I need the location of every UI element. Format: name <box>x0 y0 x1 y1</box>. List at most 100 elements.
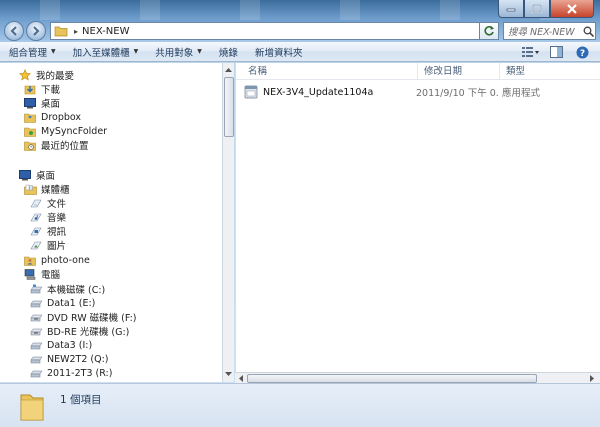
scroll-down-button[interactable] <box>223 368 234 380</box>
nav-item-documents[interactable]: 文件 <box>29 196 66 210</box>
nav-desktop-root[interactable]: 桌面 <box>18 168 55 182</box>
item-count: 1 個項目 <box>60 394 102 406</box>
scrollbar-thumb[interactable] <box>247 374 537 383</box>
column-header-type[interactable]: 類型 <box>500 63 600 80</box>
library-icon <box>23 183 37 195</box>
nav-item-downloads[interactable]: 下載 <box>23 82 60 96</box>
hard-drive-icon <box>29 367 43 379</box>
navigation-pane-scrollbar[interactable] <box>222 63 234 382</box>
chevron-down-icon <box>225 371 232 376</box>
application-icon <box>244 85 258 99</box>
hard-drive-icon <box>29 353 43 365</box>
file-row[interactable]: NEX-3V4_Update1104a 2011/9/10 下午 0... 應用… <box>244 84 558 100</box>
videos-icon <box>29 225 43 237</box>
svg-text:?: ? <box>579 49 584 59</box>
nav-item-label: 桌面 <box>41 99 61 110</box>
address-bar[interactable]: ▸ NEX-NEW <box>50 22 498 40</box>
help-button[interactable]: ? <box>572 44 592 60</box>
new-folder-button[interactable]: 新增資料夾 <box>246 42 311 62</box>
folder-icon <box>54 26 68 37</box>
nav-item-label: 本機磁碟 (C:) <box>47 285 106 296</box>
file-list-horizontal-scrollbar[interactable] <box>235 372 600 383</box>
scroll-left-button[interactable] <box>236 373 246 383</box>
nav-item-dropbox[interactable]: Dropbox <box>23 110 81 124</box>
chevron-down-icon: ▼ <box>133 48 139 55</box>
organize-menu[interactable]: 組合管理 ▼ <box>0 42 64 62</box>
desktop-icon <box>18 169 32 181</box>
minimize-button[interactable] <box>498 0 524 18</box>
forward-button[interactable] <box>26 21 46 41</box>
nav-drive-f[interactable]: DVD RW 磁碟機 (F:) <box>29 310 136 324</box>
nav-item-label: 下載 <box>41 85 61 96</box>
nav-item-label: Data3 (I:) <box>47 339 93 351</box>
change-view-button[interactable] <box>520 44 540 60</box>
scroll-up-button[interactable] <box>223 64 234 76</box>
nav-computer-label: 電腦 <box>41 270 61 281</box>
nav-item-mysyncfolder[interactable]: MySyncFolder <box>23 124 107 138</box>
search-icon[interactable] <box>581 26 595 37</box>
breadcrumb-separator[interactable]: ▸ <box>74 27 78 36</box>
nav-drive-c[interactable]: 本機磁碟 (C:) <box>29 282 105 296</box>
nav-item-label: 視訊 <box>47 227 67 238</box>
refresh-button[interactable] <box>479 22 499 40</box>
nav-item-recent-places[interactable]: 最近的位置 <box>23 138 89 152</box>
minimize-icon <box>506 8 516 11</box>
desktop-icon <box>23 97 37 109</box>
back-arrow-icon <box>10 26 17 36</box>
close-button[interactable] <box>550 0 594 18</box>
preview-pane-button[interactable] <box>546 44 566 60</box>
nav-item-videos[interactable]: 視訊 <box>29 224 66 238</box>
scroll-right-button[interactable] <box>587 373 597 383</box>
search-box[interactable]: 搜尋 NEX-NEW <box>503 22 596 40</box>
nav-drive-e[interactable]: Data1 (E:) <box>29 296 95 310</box>
nav-libraries-label: 媒體櫃 <box>41 185 70 196</box>
details-pane: 1 個項目 <box>0 383 600 427</box>
pictures-icon <box>29 239 43 251</box>
nav-drive-q[interactable]: NEW2T2 (Q:) <box>29 352 109 366</box>
column-header-name[interactable]: 名稱 <box>236 63 418 80</box>
nav-item-photo-one[interactable]: photo-one <box>23 253 90 267</box>
breadcrumb-current[interactable]: NEX-NEW <box>82 26 129 37</box>
window-controls <box>498 0 594 18</box>
music-icon <box>29 211 43 223</box>
nav-item-label: 文件 <box>47 199 67 210</box>
file-name: NEX-3V4_Update1104a <box>263 86 374 98</box>
nav-item-desktop[interactable]: 桌面 <box>23 96 60 110</box>
column-headers: 名稱 修改日期 類型 <box>236 63 600 80</box>
burn-button[interactable]: 燒錄 <box>210 42 246 62</box>
nav-item-label: BD-RE 光碟機 (G:) <box>47 327 130 338</box>
optical-drive-icon <box>29 311 43 323</box>
command-bar: 組合管理 ▼ 加入至媒體櫃 ▼ 共用對象 ▼ 燒錄 新增資料夾 ? <box>0 42 600 62</box>
maximize-button[interactable] <box>524 0 550 18</box>
nav-item-label: DVD RW 磁碟機 (F:) <box>47 313 137 324</box>
include-in-library-label: 加入至媒體櫃 <box>72 47 130 59</box>
include-in-library-menu[interactable]: 加入至媒體櫃 ▼ <box>64 42 147 62</box>
file-name-cell: NEX-3V4_Update1104a <box>244 85 416 99</box>
organize-menu-label: 組合管理 <box>9 47 48 59</box>
scrollbar-thumb[interactable] <box>224 77 234 137</box>
nav-drive-i[interactable]: Data3 (I:) <box>29 338 92 352</box>
nav-computer[interactable]: 電腦 <box>23 267 60 281</box>
nav-item-pictures[interactable]: 圖片 <box>29 238 66 252</box>
nav-libraries[interactable]: 媒體櫃 <box>23 182 70 196</box>
nav-favorites[interactable]: 我的最愛 <box>18 68 74 82</box>
back-button[interactable] <box>4 21 24 41</box>
nav-item-music[interactable]: 音樂 <box>29 210 66 224</box>
recent-places-icon <box>23 139 37 151</box>
nav-item-label: MySyncFolder <box>41 125 108 137</box>
forward-arrow-icon <box>33 26 40 36</box>
downloads-icon <box>23 83 37 95</box>
nav-drive-r[interactable]: 2011-2T3 (R:) <box>29 366 112 380</box>
star-icon <box>18 69 32 81</box>
help-icon: ? <box>576 46 588 59</box>
view-options-icon <box>522 47 539 57</box>
column-header-date[interactable]: 修改日期 <box>418 63 500 80</box>
hard-drive-icon <box>29 339 43 351</box>
dropbox-folder-icon <box>23 111 37 123</box>
search-input[interactable]: 搜尋 NEX-NEW <box>508 24 581 38</box>
nav-item-label: 最近的位置 <box>41 141 89 152</box>
system-drive-icon <box>29 283 43 295</box>
share-with-menu[interactable]: 共用對象 ▼ <box>146 42 210 62</box>
nav-item-label: photo-one <box>41 254 90 266</box>
nav-drive-g[interactable]: BD-RE 光碟機 (G:) <box>29 324 129 338</box>
